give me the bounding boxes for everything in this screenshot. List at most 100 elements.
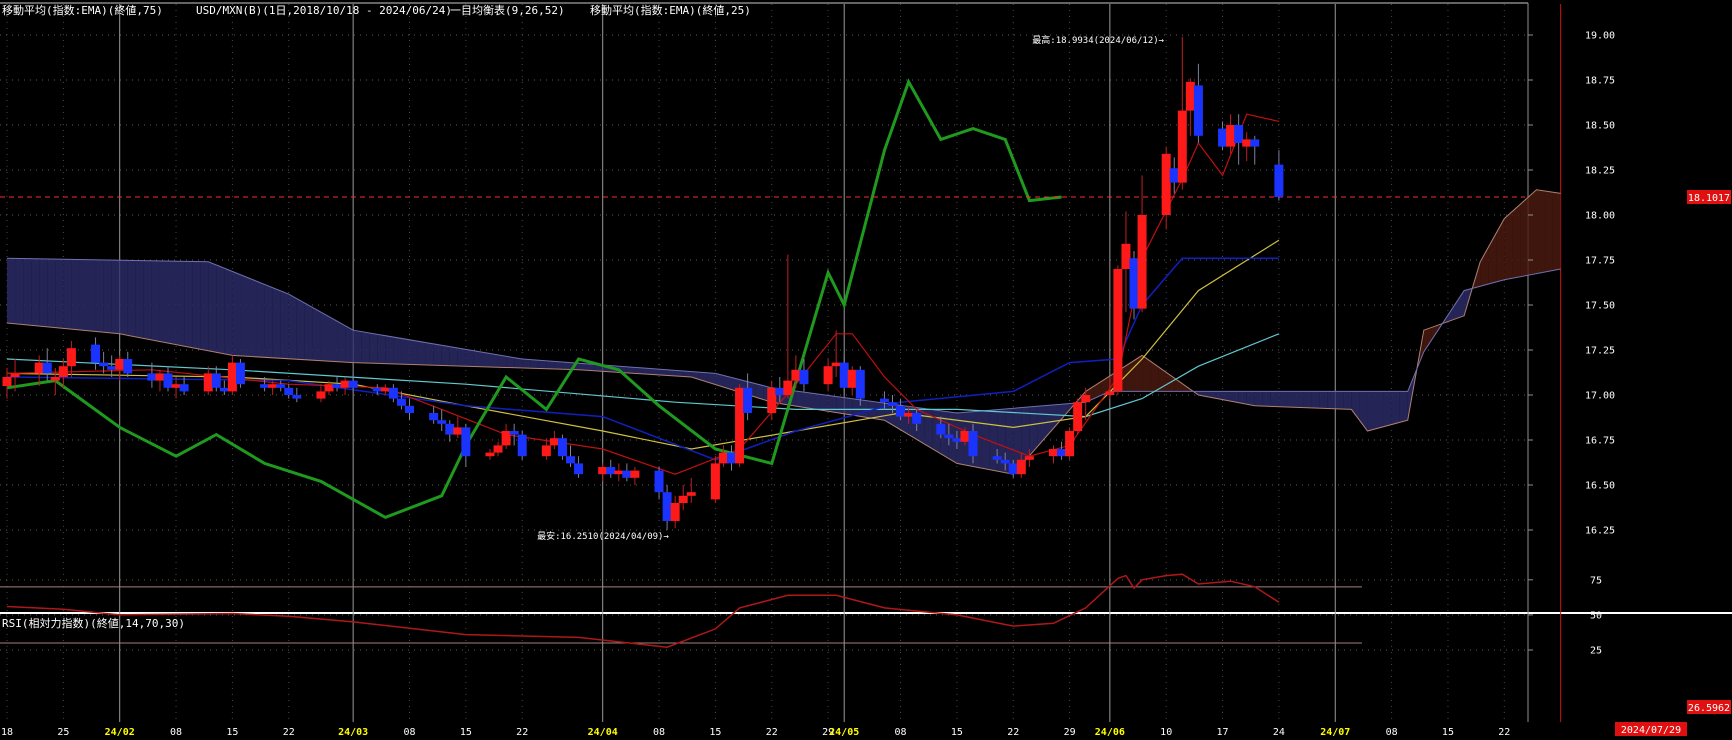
candle-body xyxy=(235,362,245,385)
candle-body xyxy=(348,380,358,388)
date-tick-label: 15 xyxy=(951,727,963,738)
candle-body xyxy=(791,369,801,381)
cloud-segment xyxy=(1278,391,1287,407)
date-tick-label: 08 xyxy=(653,727,665,738)
candle-body xyxy=(179,384,189,392)
candle-body xyxy=(574,463,584,475)
candle-body xyxy=(1105,391,1115,395)
date-tick-label: 08 xyxy=(170,727,182,738)
candle[interactable] xyxy=(517,431,527,460)
date-tick-label: 24/07 xyxy=(1320,727,1350,738)
symbol-legend: USD/MXN(B)(1日,2018/10/18 - 2024/06/24) xyxy=(196,4,452,17)
cloud-segment xyxy=(1536,189,1545,274)
candle-body xyxy=(1185,81,1195,111)
cloud-segment xyxy=(1246,391,1255,406)
chart-background xyxy=(0,0,1732,740)
candle-body xyxy=(388,387,398,399)
candle-body xyxy=(727,452,736,464)
candle-body xyxy=(211,373,221,388)
cloud-segment xyxy=(7,258,16,324)
rsi-tick-label: 75 xyxy=(1590,575,1602,586)
cloud-segment xyxy=(546,360,555,370)
date-tick-label: 29 xyxy=(1064,727,1076,738)
candle[interactable] xyxy=(1113,265,1123,395)
candle-body xyxy=(50,377,60,381)
candle-body xyxy=(155,373,165,381)
candle-body xyxy=(163,373,173,388)
cloud-segment xyxy=(361,331,370,364)
cloud-segment xyxy=(208,261,217,353)
candle-body xyxy=(429,413,439,421)
cloud-segment xyxy=(151,260,160,342)
candle-body xyxy=(1161,153,1171,215)
candle[interactable] xyxy=(735,384,745,467)
cloud-segment xyxy=(256,281,265,358)
date-tick-label: 17 xyxy=(1217,727,1229,738)
date-tick-label: 15 xyxy=(226,727,238,738)
high-annotation: 最高:18.9934(2024/06/12)→ xyxy=(1032,34,1164,46)
candle-body xyxy=(944,434,954,439)
cloud-segment xyxy=(1367,391,1376,431)
trading-chart[interactable]: 16.25 16.50 16.75 17.00 17.25 17.50 17.75 18.00… xyxy=(0,0,1732,740)
cloud-segment xyxy=(417,341,426,365)
cloud-segment xyxy=(159,260,168,344)
candle-body xyxy=(896,405,906,417)
date-tick-label: 24/02 xyxy=(105,727,135,738)
candle[interactable] xyxy=(1073,398,1083,435)
candle-body xyxy=(485,452,495,457)
cloud-segment xyxy=(127,260,136,337)
cloud-segment xyxy=(441,345,450,366)
candle[interactable] xyxy=(235,359,245,388)
rsi-tick-label: 50 xyxy=(1590,610,1602,621)
cloud-segment xyxy=(1142,355,1151,392)
cloud-segment xyxy=(586,363,595,371)
candle-body xyxy=(147,373,157,381)
candle-body xyxy=(992,456,1002,460)
cloud-segment xyxy=(457,348,466,367)
ema75-legend: 移動平均(指数:EMA)(終値,75) xyxy=(2,3,163,17)
candle-body xyxy=(34,362,44,374)
cloud-segment xyxy=(119,260,128,336)
candle-body xyxy=(509,431,519,435)
cloud-segment xyxy=(425,342,434,366)
candle-body xyxy=(219,387,229,392)
cloud-segment xyxy=(224,268,233,356)
candle-body xyxy=(1024,456,1034,460)
candle-body xyxy=(879,398,889,403)
candle-body xyxy=(1177,110,1187,183)
cloud-segment xyxy=(272,287,281,359)
rsi-tick-label: 25 xyxy=(1590,646,1602,657)
candle-body xyxy=(1073,402,1083,431)
cloud-segment xyxy=(55,259,64,329)
candle-body xyxy=(1193,85,1203,136)
date-tick-label: 10 xyxy=(1160,727,1172,738)
candle-body xyxy=(952,438,962,442)
candle-body xyxy=(437,420,447,424)
cloud-segment xyxy=(63,259,72,330)
candle-body xyxy=(783,380,793,395)
cloud-segment xyxy=(39,258,48,327)
candle-body xyxy=(735,387,745,464)
price-tick-label: 16.50 xyxy=(1585,481,1615,492)
candle-body xyxy=(622,470,632,478)
cloud-segment xyxy=(844,397,853,416)
candle-body xyxy=(839,362,849,388)
candle-body xyxy=(517,434,527,457)
candle-body xyxy=(115,359,125,370)
candle[interactable] xyxy=(1065,427,1075,460)
candle-body xyxy=(541,445,551,457)
cloud-segment xyxy=(312,307,321,361)
candle-body xyxy=(1121,243,1131,269)
price-tick-label: 18.50 xyxy=(1585,121,1615,132)
candle-body xyxy=(340,380,350,388)
candle[interactable] xyxy=(557,434,567,460)
price-tick-label: 17.75 xyxy=(1585,256,1615,267)
cloud-segment xyxy=(369,332,378,364)
candle-body xyxy=(42,362,52,374)
cloud-segment xyxy=(192,261,201,350)
cloud-segment xyxy=(15,258,24,325)
cloud-segment xyxy=(248,278,257,357)
cloud-segment xyxy=(836,396,845,414)
cloud-segment xyxy=(578,363,587,371)
price-tick-label: 18.00 xyxy=(1585,211,1615,222)
